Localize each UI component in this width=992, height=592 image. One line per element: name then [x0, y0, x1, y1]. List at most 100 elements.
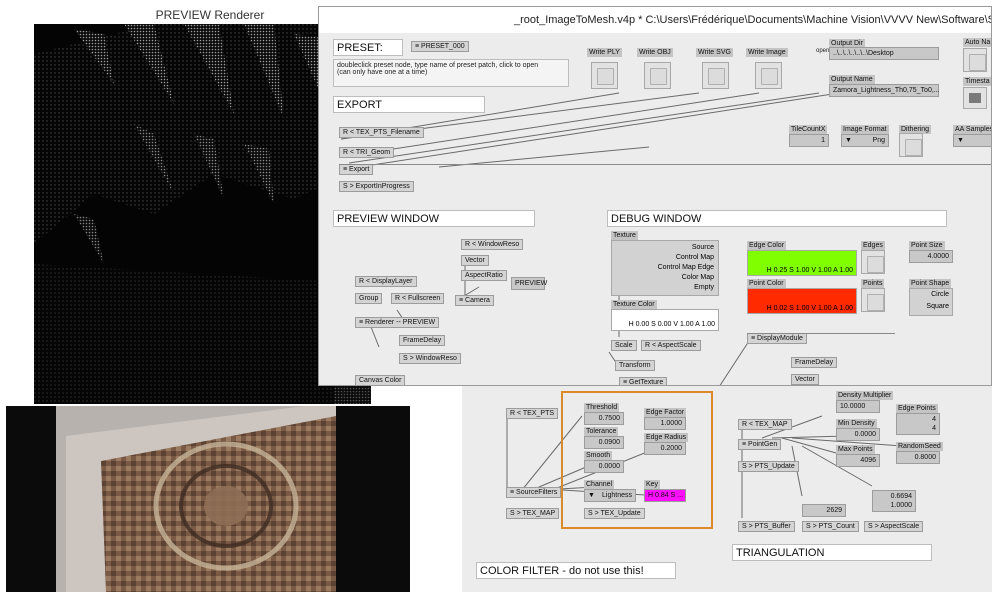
triangulation-header: TRIANGULATION [732, 544, 932, 561]
output-dir-open[interactable]: open [816, 48, 829, 54]
scale-node[interactable]: Scale [611, 340, 637, 351]
dithering-toggle[interactable] [899, 133, 923, 157]
key-color-swatch[interactable]: H 0.84 S ... [644, 489, 686, 502]
edge-radius-label: Edge Radius [644, 433, 689, 442]
channel-select[interactable]: ▼ Lightness [584, 489, 636, 502]
r-aspect-scale-node[interactable]: R < AspectScale [641, 340, 701, 351]
tolerance-field[interactable]: 0.0900 [584, 436, 624, 449]
edge-color-label: Edge Color [747, 241, 787, 250]
r-tex-pts-node[interactable]: R < TEX_PTS [506, 408, 559, 419]
texture-option[interactable]: Color Map [616, 273, 714, 283]
point-count-value: 2629 [802, 504, 846, 517]
export-node-bar [339, 164, 991, 165]
transform-node[interactable]: Transform [615, 360, 655, 371]
density-multiplier-label: Density Multiplier [836, 391, 894, 400]
s-aspect-scale-node[interactable]: S > AspectScale [864, 521, 924, 532]
point-shape-select[interactable]: Circle Square [909, 288, 953, 316]
patch-editor-window[interactable]: _root_ImageToMesh.v4p * C:\Users\Frédéri… [318, 6, 992, 386]
frame-delay-node[interactable]: FrameDelay [399, 335, 446, 346]
texture-color-swatch[interactable]: H 0.00 S 0.00 V 1.00 A 1.00 [611, 309, 719, 331]
image-format-select[interactable]: ▼ Png [841, 134, 889, 147]
preview-label-box: PREVIEW [511, 277, 547, 290]
preset-button[interactable]: ≡ PRESET_000 [411, 41, 469, 52]
s-tex-map-node[interactable]: S > TEX_MAP [506, 508, 560, 519]
output-name-field[interactable]: Zamora_Lightness_Th0,75_To0,... [829, 84, 940, 97]
point-shape-option[interactable]: Circle [910, 289, 949, 301]
texture-option[interactable]: Source [616, 243, 714, 253]
edge-color-swatch[interactable]: H 0.25 S 1.00 V 1.00 A 1.00 [747, 250, 857, 276]
texture-option[interactable]: Control Map Edge [616, 263, 714, 273]
aspect-ratio-node[interactable]: AspectRatio [461, 270, 507, 281]
edge-factor-field[interactable]: 1.0000 [644, 417, 686, 430]
points-toggle[interactable] [861, 288, 885, 312]
threshold-field[interactable]: 0.7500 [584, 412, 624, 425]
mosaic-photo [6, 406, 410, 592]
texture-option[interactable]: Control Map [616, 253, 714, 263]
debug-vector-node[interactable]: Vector [791, 374, 819, 385]
edges-toggle[interactable] [861, 250, 885, 274]
r-tri-geom-node[interactable]: R < TRI_Geom [339, 147, 395, 158]
point-size-field[interactable]: 4.0000 [909, 250, 953, 263]
r-tex-pts-filename-node[interactable]: R < TEX_PTS_Filename [339, 127, 424, 138]
debug-window-header: DEBUG WINDOW [607, 210, 947, 227]
s-pts-update-node[interactable]: S > PTS_Update [738, 461, 799, 472]
write-svg-button[interactable] [702, 62, 729, 89]
edge-points-field[interactable]: 4 4 [896, 413, 940, 435]
r-tex-map-node[interactable]: R < TEX_MAP [738, 419, 792, 430]
smooth-label: Smooth [584, 451, 613, 460]
r-fullscreen-node[interactable]: R < Fullscreen [391, 293, 445, 304]
get-texture-node[interactable]: ≡ GetTexture [619, 377, 668, 385]
patch-window-title: _root_ImageToMesh.v4p * C:\Users\Frédéri… [319, 7, 991, 33]
toggle-on-indicator [969, 93, 981, 103]
edge-radius-field[interactable]: 0.2000 [644, 442, 686, 455]
write-image-label: Write Image [746, 48, 788, 57]
point-color-label: Point Color [747, 279, 786, 288]
source-filters-node[interactable]: ≡ SourceFilters [506, 487, 562, 498]
auto-name-toggle[interactable] [963, 48, 987, 72]
export-node[interactable]: ≡ Export [339, 164, 374, 175]
s-pts-buffer-node[interactable]: S > PTS_Buffer [738, 521, 795, 532]
output-dir-field[interactable]: ..\..\..\..\..\..\Desktop [829, 47, 939, 60]
aspect-scale-value: 0.6694 1.0000 [872, 490, 916, 512]
preview-window-header: PREVIEW WINDOW [333, 210, 535, 227]
s-export-in-progress-node[interactable]: S > ExportInProgress [339, 181, 414, 192]
min-density-field[interactable]: 0.0000 [836, 428, 880, 441]
tilecount-field[interactable]: 1 [789, 134, 829, 147]
points-label: Points [861, 279, 885, 288]
random-seed-field[interactable]: 0.8000 [896, 451, 940, 464]
aa-samples-select[interactable]: ▼ [953, 134, 991, 147]
r-window-reso-node[interactable]: R < WindowReso [461, 239, 524, 250]
debug-frame-delay-node[interactable]: FrameDelay [791, 357, 838, 368]
color-filter-header: COLOR FILTER - do not use this! [476, 562, 676, 579]
write-ply-button[interactable] [591, 62, 618, 89]
write-svg-label: Write SVG [696, 48, 733, 57]
timestamp-toggle[interactable] [963, 87, 987, 109]
s-window-reso-node[interactable]: S > WindowReso [399, 353, 461, 364]
aa-samples-label: AA Samples [953, 125, 991, 134]
smooth-field[interactable]: 0.0000 [584, 460, 624, 473]
s-pts-count-node[interactable]: S > PTS_Count [802, 521, 859, 532]
patch-lower-area[interactable]: R < TEX_PTS Threshold 0.7500 Tolerance 0… [462, 386, 992, 592]
s-tex-update-node[interactable]: S > TEX_Update [584, 508, 645, 519]
point-shape-option[interactable]: Square [910, 301, 949, 313]
vector-node[interactable]: Vector [461, 255, 489, 266]
channel-label: Channel [584, 480, 615, 489]
renderer-node[interactable]: ≡ Renderer -- PREVIEW [355, 317, 440, 328]
auto-name-label: Auto Na [963, 38, 991, 47]
camera-node[interactable]: ≡ Camera [455, 295, 494, 306]
dropdown-arrow-icon: ▼ [957, 137, 964, 144]
texture-option[interactable]: Empty [616, 283, 714, 293]
texture-select-list[interactable]: Source Control Map Control Map Edge Colo… [611, 240, 719, 296]
display-module-node[interactable]: ≡ DisplayModule [747, 333, 807, 344]
group-node[interactable]: Group [355, 293, 383, 304]
write-obj-button[interactable] [644, 62, 671, 89]
r-display-layer-node[interactable]: R < DisplayLayer [355, 276, 417, 287]
density-multiplier-field[interactable]: 10.0000 [836, 400, 880, 413]
point-color-swatch[interactable]: H 0.02 S 1.00 V 1.00 A 1.00 [747, 288, 857, 314]
max-points-field[interactable]: 4096 [836, 454, 880, 467]
tolerance-label: Tolerance [584, 427, 619, 436]
write-image-button[interactable] [755, 62, 782, 89]
pointgen-node[interactable]: ≡ PointGen [738, 439, 782, 450]
display-module-bar [747, 333, 895, 334]
preset-help-comment: doubleclick preset node, type name of pr… [333, 59, 569, 87]
